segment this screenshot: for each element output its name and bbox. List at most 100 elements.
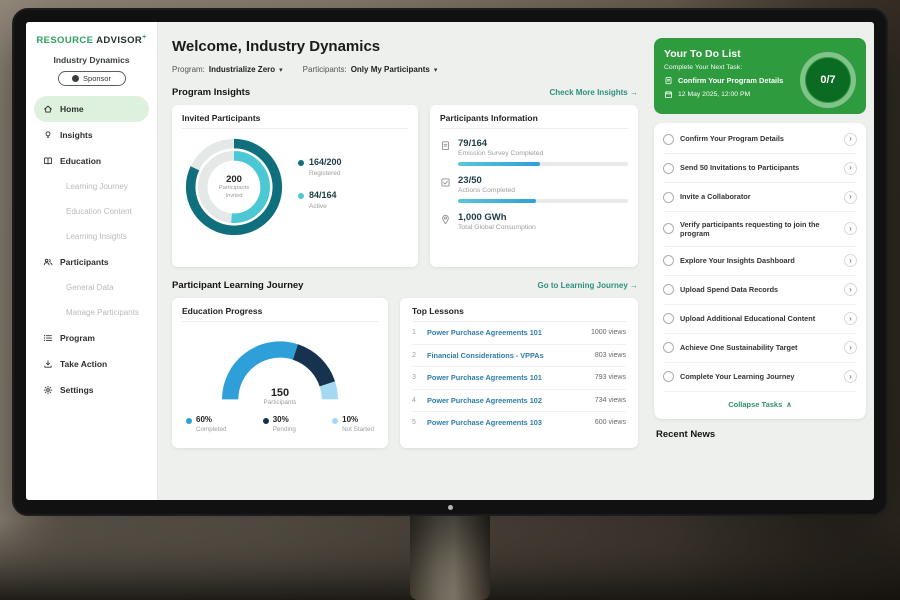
todo-summary-card: Your To Do List Complete Your Next Task:…	[654, 38, 866, 114]
task-row[interactable]: Send 50 Invitations to Participants ›	[663, 154, 857, 183]
task-row[interactable]: Verify participants requesting to join t…	[663, 212, 857, 247]
info-label: Actions Completed	[458, 187, 628, 194]
lesson-row: 1 Power Purchase Agreements 101 1000 vie…	[412, 322, 626, 345]
chevron-right-icon[interactable]: ›	[844, 222, 857, 235]
actions-progress-bar	[458, 199, 628, 203]
chevron-right-icon[interactable]: ›	[844, 370, 857, 383]
chevron-right-icon[interactable]: ›	[844, 341, 857, 354]
task-row[interactable]: Upload Additional Educational Content ›	[663, 305, 857, 334]
task-label: Verify participants requesting to join t…	[680, 220, 838, 239]
sidebar-item-education[interactable]: Education	[34, 148, 149, 174]
legend-item-not-started: 10% Not Started	[332, 415, 374, 433]
task-checkbox[interactable]	[663, 163, 674, 174]
todo-tasks-card: Confirm Your Program Details › Send 50 I…	[654, 123, 866, 419]
link-label: Go to Learning Journey	[538, 281, 628, 290]
lesson-row: 5 Power Purchase Agreements 103 600 view…	[412, 412, 626, 434]
arrow-right-icon: →	[630, 88, 638, 97]
todo-panel: Your To Do List Complete Your Next Task:…	[654, 22, 866, 500]
task-checkbox[interactable]	[663, 255, 674, 266]
checklist-icon	[440, 175, 451, 203]
task-checkbox[interactable]	[663, 313, 674, 324]
donut-center-label: 200 Participants Invited	[182, 135, 286, 239]
filters-row: Program: Industrialize Zero ▾ Participan…	[172, 65, 638, 74]
task-row[interactable]: Invite a Collaborator ›	[663, 183, 857, 212]
monitor-power-led	[448, 505, 453, 510]
task-row[interactable]: Complete Your Learning Journey ›	[663, 363, 857, 392]
lesson-row: 3 Power Purchase Agreements 101 793 view…	[412, 367, 626, 390]
logo-plus: +	[142, 34, 147, 41]
task-checkbox[interactable]	[663, 223, 674, 234]
sidebar-item-participants[interactable]: Participants	[34, 249, 149, 275]
lesson-link[interactable]: Power Purchase Agreements 101	[427, 328, 584, 337]
lesson-rank: 5	[412, 419, 420, 426]
sponsor-badge-label: Sponsor	[83, 74, 111, 83]
legend-dot	[298, 193, 304, 199]
chevron-right-icon[interactable]: ›	[844, 254, 857, 267]
task-checkbox[interactable]	[663, 192, 674, 203]
lesson-link[interactable]: Financial Considerations - VPPAs	[427, 351, 588, 360]
sidebar-item-program[interactable]: Program	[34, 325, 149, 351]
go-to-learning-journey-link[interactable]: Go to Learning Journey →	[538, 281, 638, 290]
sidebar-item-general-data[interactable]: General Data	[34, 275, 149, 300]
sidebar-item-label: Education	[60, 156, 101, 166]
info-row-survey: 79/164 Emission Survey Completed	[440, 138, 628, 166]
program-filter[interactable]: Program: Industrialize Zero ▾	[172, 65, 283, 74]
chevron-right-icon[interactable]: ›	[844, 133, 857, 146]
task-label: Invite a Collaborator	[680, 192, 838, 201]
task-checkbox[interactable]	[663, 134, 674, 145]
sidebar-item-label: Settings	[60, 385, 94, 395]
task-checkbox[interactable]	[663, 342, 674, 353]
chevron-right-icon[interactable]: ›	[844, 283, 857, 296]
task-checkbox[interactable]	[663, 284, 674, 295]
program-insights-title: Program Insights	[172, 87, 250, 98]
lesson-link[interactable]: Power Purchase Agreements 102	[427, 396, 588, 405]
task-row[interactable]: Explore Your Insights Dashboard ›	[663, 247, 857, 276]
logo-secondary: ADVISOR	[96, 35, 142, 46]
sidebar-item-learning-journey[interactable]: Learning Journey	[34, 174, 149, 199]
clipboard-icon	[440, 138, 451, 166]
task-label: Upload Spend Data Records	[680, 285, 838, 294]
sidebar-item-education-content[interactable]: Education Content	[34, 199, 149, 224]
legend-label: Completed	[196, 426, 226, 433]
task-row[interactable]: Achieve One Sustainability Target ›	[663, 334, 857, 363]
sidebar-item-insights[interactable]: Insights	[34, 122, 149, 148]
gauge-center-caption: Participants	[215, 399, 345, 406]
sponsor-badge[interactable]: Sponsor	[58, 71, 126, 86]
arrow-right-icon: →	[630, 281, 638, 290]
info-row-consumption: 1,000 GWh Total Global Consumption	[440, 212, 628, 231]
todo-due-date: 12 May 2025, 12:00 PM	[678, 91, 750, 98]
program-insights-cards: Invited Participants 200 Partic	[172, 105, 638, 267]
task-checkbox[interactable]	[663, 371, 674, 382]
lesson-views: 803 views	[595, 352, 626, 359]
participants-filter[interactable]: Participants: Only My Participants ▾	[303, 65, 438, 74]
sidebar-item-settings[interactable]: Settings	[34, 377, 149, 403]
chevron-right-icon[interactable]: ›	[844, 191, 857, 204]
lesson-rank: 1	[412, 329, 420, 336]
gear-icon	[43, 385, 53, 395]
task-row[interactable]: Confirm Your Program Details ›	[663, 125, 857, 154]
sidebar-item-take-action[interactable]: Take Action	[34, 351, 149, 377]
task-label: Send 50 Invitations to Participants	[680, 163, 838, 172]
task-row[interactable]: Upload Spend Data Records ›	[663, 276, 857, 305]
sidebar-item-learning-insights[interactable]: Learning Insights	[34, 224, 149, 249]
participants-filter-label: Participants:	[303, 65, 347, 74]
lesson-views: 1000 views	[591, 329, 626, 336]
lesson-views: 793 views	[595, 374, 626, 381]
progress-fill	[458, 162, 540, 166]
learning-journey-header: Participant Learning Journey Go to Learn…	[172, 280, 638, 291]
sidebar-item-manage-participants[interactable]: Manage Participants	[34, 300, 149, 325]
legend-dot	[186, 418, 192, 424]
location-pin-icon	[440, 212, 451, 231]
card-title: Invited Participants	[182, 113, 408, 129]
lesson-link[interactable]: Power Purchase Agreements 101	[427, 373, 588, 382]
clipboard-icon	[664, 76, 673, 85]
sidebar-subitem-label: Manage Participants	[66, 308, 139, 317]
page-title: Welcome, Industry Dynamics	[172, 38, 638, 55]
lesson-link[interactable]: Power Purchase Agreements 103	[427, 418, 588, 427]
collapse-tasks-link[interactable]: Collapse Tasks ∧	[663, 392, 857, 417]
sidebar-item-home[interactable]: Home	[34, 96, 149, 122]
chevron-right-icon[interactable]: ›	[844, 312, 857, 325]
app-logo: RESOURCE ADVISOR+	[26, 34, 157, 46]
chevron-right-icon[interactable]: ›	[844, 162, 857, 175]
check-more-insights-link[interactable]: Check More Insights →	[550, 88, 638, 97]
